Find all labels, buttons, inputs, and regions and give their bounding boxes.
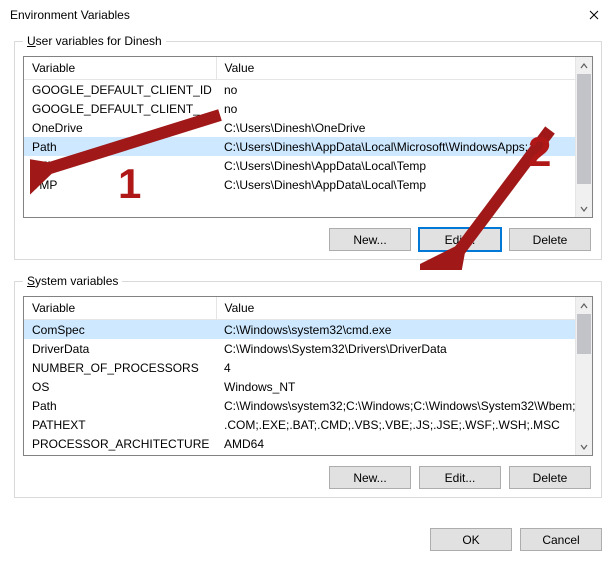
cell-value: C:\Windows\system32;C:\Windows;C:\Window… — [216, 396, 575, 415]
system-button-row: New... Edit... Delete — [23, 466, 593, 489]
cell-variable: GOOGLE_DEFAULT_CLIENT_ID — [24, 80, 216, 100]
system-new-button[interactable]: New... — [329, 466, 411, 489]
table-row[interactable]: NUMBER_OF_PROCESSORS4 — [24, 358, 575, 377]
user-new-button[interactable]: New... — [329, 228, 411, 251]
cell-value: C:\Windows\System32\Drivers\DriverData — [216, 339, 575, 358]
column-header-variable[interactable]: Variable — [24, 297, 216, 320]
system-edit-button[interactable]: Edit... — [419, 466, 501, 489]
system-variables-table-wrap: Variable Value ComSpecC:\Windows\system3… — [23, 296, 593, 456]
scroll-down-button[interactable] — [576, 438, 592, 455]
cell-variable: DriverData — [24, 339, 216, 358]
scroll-up-button[interactable] — [576, 297, 592, 314]
system-delete-button[interactable]: Delete — [509, 466, 591, 489]
window-title: Environment Variables — [10, 8, 571, 22]
cell-variable: NUMBER_OF_PROCESSORS — [24, 358, 216, 377]
user-variables-table[interactable]: Variable Value GOOGLE_DEFAULT_CLIENT_IDn… — [24, 57, 575, 194]
cell-value: Windows_NT — [216, 377, 575, 396]
cell-value: no — [216, 80, 575, 100]
table-row[interactable]: OneDriveC:\Users\Dinesh\OneDrive — [24, 118, 575, 137]
scroll-thumb[interactable] — [577, 74, 591, 184]
system-variables-table[interactable]: Variable Value ComSpecC:\Windows\system3… — [24, 297, 575, 453]
user-scrollbar[interactable] — [575, 57, 592, 217]
system-variables-group: System variables Variable Value ComSpecC… — [14, 274, 602, 498]
user-edit-button[interactable]: Edit... — [419, 228, 501, 251]
close-icon — [589, 10, 599, 20]
user-delete-button[interactable]: Delete — [509, 228, 591, 251]
cell-value: C:\Windows\system32\cmd.exe — [216, 320, 575, 340]
cell-value: C:\Users\Dinesh\AppData\Local\Temp — [216, 156, 575, 175]
system-variables-legend: System variables — [23, 274, 122, 288]
table-row[interactable]: GOOGLE_DEFAULT_CLIENT_IDno — [24, 80, 575, 100]
table-row[interactable]: PATHEXT.COM;.EXE;.BAT;.CMD;.VBS;.VBE;.JS… — [24, 415, 575, 434]
scroll-up-button[interactable] — [576, 57, 592, 74]
cell-value: C:\Users\Dinesh\AppData\Local\Temp — [216, 175, 575, 194]
titlebar: Environment Variables — [0, 0, 616, 30]
column-header-value[interactable]: Value — [216, 57, 575, 80]
table-row[interactable]: GOOGLE_DEFAULT_CLIENT_no — [24, 99, 575, 118]
dialog-button-row: OK Cancel — [0, 522, 616, 551]
cell-variable: PROCESSOR_ARCHITECTURE — [24, 434, 216, 453]
scroll-down-button[interactable] — [576, 200, 592, 217]
table-row[interactable]: PROCESSOR_ARCHITECTUREAMD64 — [24, 434, 575, 453]
dialog-content: User variables for Dinesh Variable Value… — [0, 30, 616, 522]
table-row[interactable]: TMPC:\Users\Dinesh\AppData\Local\Temp — [24, 175, 575, 194]
system-scrollbar[interactable] — [575, 297, 592, 455]
user-variables-group: User variables for Dinesh Variable Value… — [14, 34, 602, 260]
user-variables-table-wrap: Variable Value GOOGLE_DEFAULT_CLIENT_IDn… — [23, 56, 593, 218]
cell-value: no — [216, 99, 575, 118]
cell-variable: PATHEXT — [24, 415, 216, 434]
cancel-button[interactable]: Cancel — [520, 528, 602, 551]
table-row[interactable]: ComSpecC:\Windows\system32\cmd.exe — [24, 320, 575, 340]
user-button-row: New... Edit... Delete — [23, 228, 593, 251]
cell-variable: OS — [24, 377, 216, 396]
cell-variable: OneDrive — [24, 118, 216, 137]
user-variables-legend: User variables for Dinesh — [23, 34, 166, 48]
cell-value: AMD64 — [216, 434, 575, 453]
cell-value: C:\Users\Dinesh\AppData\Local\Microsoft\… — [216, 137, 575, 156]
table-row[interactable]: TEMPC:\Users\Dinesh\AppData\Local\Temp — [24, 156, 575, 175]
column-header-variable[interactable]: Variable — [24, 57, 216, 80]
cell-variable: Path — [24, 396, 216, 415]
cell-variable: ComSpec — [24, 320, 216, 340]
cell-value: 4 — [216, 358, 575, 377]
cell-value: C:\Users\Dinesh\OneDrive — [216, 118, 575, 137]
table-row[interactable]: OSWindows_NT — [24, 377, 575, 396]
cell-variable: TMP — [24, 175, 216, 194]
column-header-value[interactable]: Value — [216, 297, 575, 320]
table-row[interactable]: DriverDataC:\Windows\System32\Drivers\Dr… — [24, 339, 575, 358]
cell-variable: Path — [24, 137, 216, 156]
cell-variable: TEMP — [24, 156, 216, 175]
cell-value: .COM;.EXE;.BAT;.CMD;.VBS;.VBE;.JS;.JSE;.… — [216, 415, 575, 434]
table-row[interactable]: PathC:\Users\Dinesh\AppData\Local\Micros… — [24, 137, 575, 156]
ok-button[interactable]: OK — [430, 528, 512, 551]
table-row[interactable]: PathC:\Windows\system32;C:\Windows;C:\Wi… — [24, 396, 575, 415]
cell-variable: GOOGLE_DEFAULT_CLIENT_ — [24, 99, 216, 118]
scroll-thumb[interactable] — [577, 314, 591, 354]
close-button[interactable] — [571, 0, 616, 30]
